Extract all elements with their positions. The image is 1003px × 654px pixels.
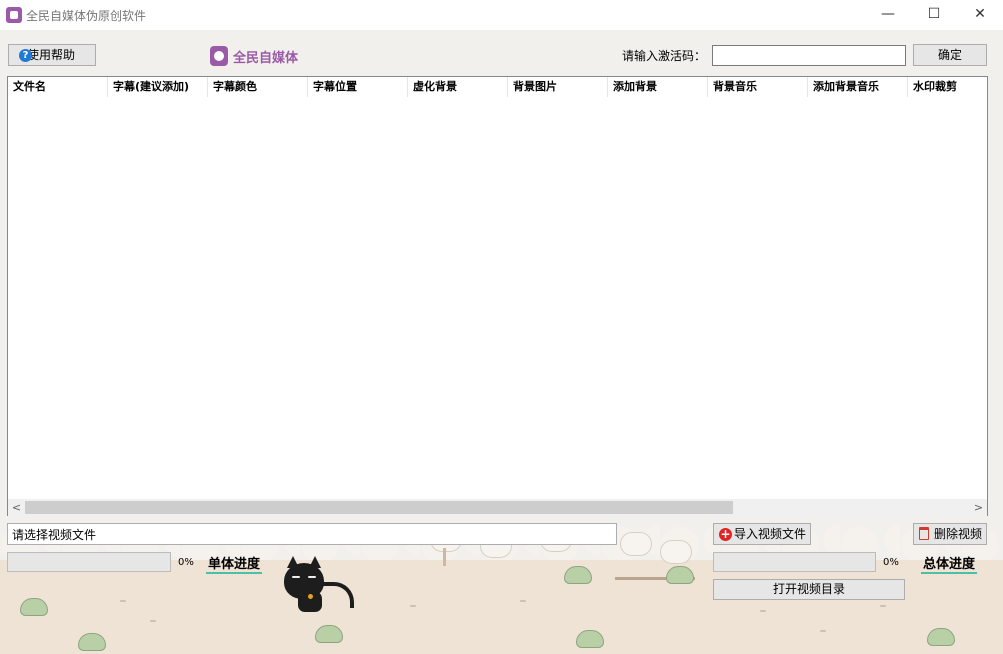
help-button[interactable]: ? 使用帮助 <box>8 44 96 66</box>
bush-decoration <box>315 625 343 643</box>
column-header-subtitle[interactable]: 字幕(建议添加) <box>108 77 208 97</box>
grass-decoration <box>880 605 886 607</box>
brand-logo-icon <box>210 46 228 66</box>
bush-decoration <box>576 630 604 648</box>
column-header-background-image[interactable]: 背景图片 <box>508 77 608 97</box>
column-header-add-background[interactable]: 添加背景 <box>608 77 708 97</box>
cat-eye <box>292 576 300 578</box>
column-header-blur-background[interactable]: 虚化背景 <box>408 77 508 97</box>
plus-circle-icon: + <box>719 527 732 541</box>
total-progress-label: 总体进度 <box>921 553 978 574</box>
cat-eye <box>308 576 316 578</box>
minimize-button[interactable]: — <box>865 0 911 30</box>
import-video-label: 导入视频文件 <box>734 527 807 541</box>
column-header-background-music[interactable]: 背景音乐 <box>708 77 808 97</box>
tree-decoration <box>620 532 652 556</box>
grass-decoration <box>760 610 766 612</box>
import-video-button[interactable]: + 导入视频文件 <box>713 523 811 545</box>
scrollbar-thumb[interactable] <box>25 501 733 514</box>
open-video-folder-button[interactable]: 打开视频目录 <box>713 579 905 600</box>
single-progress-percent: 0% <box>178 557 194 568</box>
column-header-filename[interactable]: 文件名 <box>8 77 108 97</box>
scroll-left-icon[interactable]: < <box>8 499 25 516</box>
total-progress-percent: 0% <box>883 557 899 568</box>
bush-decoration <box>666 566 694 584</box>
confirm-button[interactable]: 确定 <box>913 44 987 66</box>
grass-decoration <box>820 630 826 632</box>
grass-decoration <box>120 600 126 602</box>
bush-decoration <box>564 566 592 584</box>
video-path-input[interactable] <box>7 523 617 545</box>
brand-name: 全民自媒体 <box>233 51 299 66</box>
tree-trunk-decoration <box>443 548 446 566</box>
tree-decoration <box>660 540 692 564</box>
app-logo-icon <box>6 7 22 23</box>
total-progress-bar <box>713 552 876 572</box>
bush-decoration <box>78 633 106 651</box>
single-progress-label: 单体进度 <box>206 553 263 574</box>
trash-icon <box>919 527 929 540</box>
title-bar: 全民自媒体伪原创软件 — ☐ ✕ <box>0 0 1003 30</box>
column-header-subtitle-position[interactable]: 字幕位置 <box>308 77 408 97</box>
grass-decoration <box>410 605 416 607</box>
cat-bell <box>308 594 313 599</box>
table-header: 文件名 字幕(建议添加) 字幕颜色 字幕位置 虚化背景 背景图片 添加背景 背景… <box>8 77 987 97</box>
maximize-button[interactable]: ☐ <box>911 0 957 30</box>
delete-video-label: 删除视频 <box>934 527 983 541</box>
question-icon: ? <box>19 49 32 62</box>
bush-decoration <box>927 628 955 646</box>
help-button-label: 使用帮助 <box>27 48 76 62</box>
background-ground <box>0 560 1003 654</box>
grass-decoration <box>150 620 156 622</box>
column-header-add-background-music[interactable]: 添加背景音乐 <box>808 77 908 97</box>
activation-code-label: 请输入激活码： <box>622 49 707 63</box>
video-list-table[interactable]: 文件名 字幕(建议添加) 字幕颜色 字幕位置 虚化背景 背景图片 添加背景 背景… <box>7 76 988 516</box>
delete-video-button[interactable]: 删除视频 <box>913 523 987 545</box>
window-title: 全民自媒体伪原创软件 <box>26 9 147 23</box>
close-button[interactable]: ✕ <box>957 0 1003 30</box>
grass-decoration <box>520 600 526 602</box>
activation-code-input[interactable] <box>712 45 906 66</box>
scroll-right-icon[interactable]: > <box>970 499 987 516</box>
horizontal-scrollbar[interactable]: < > <box>8 499 987 516</box>
column-header-subtitle-color[interactable]: 字幕颜色 <box>208 77 308 97</box>
column-header-watermark-crop[interactable]: 水印裁剪 <box>908 77 987 97</box>
single-progress-bar <box>7 552 171 572</box>
bush-decoration <box>20 598 48 616</box>
